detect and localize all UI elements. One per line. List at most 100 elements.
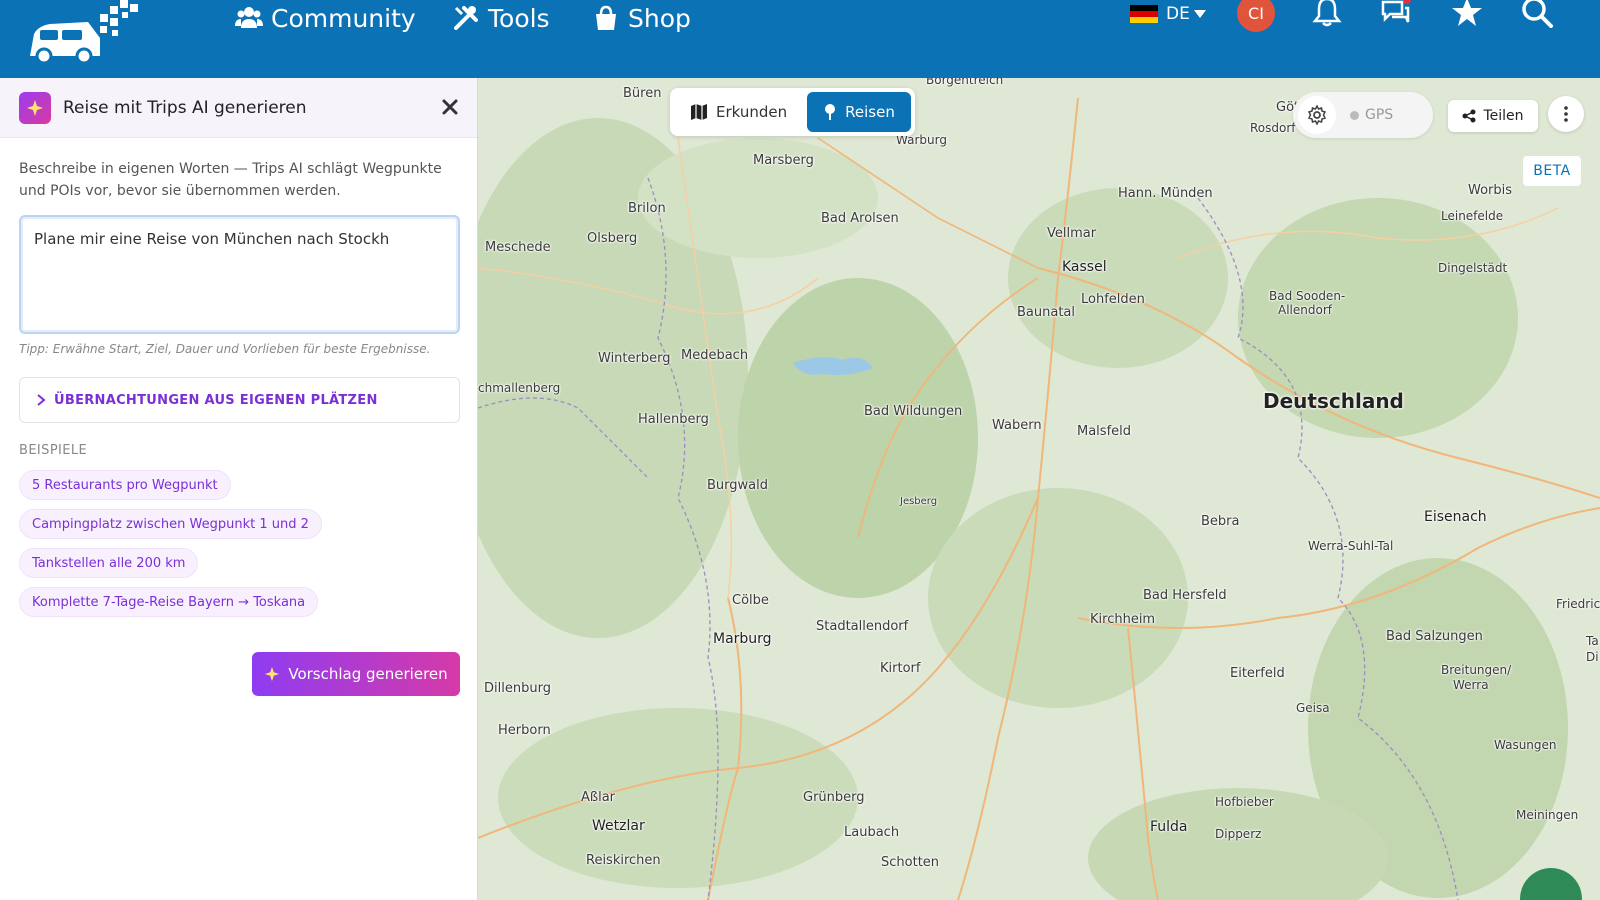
kebab-menu-icon	[1564, 106, 1568, 122]
close-icon[interactable]	[440, 97, 460, 117]
language-selector[interactable]: DE	[1130, 0, 1206, 28]
place-label: Malsfeld	[1077, 424, 1132, 439]
chevron-right-icon	[37, 394, 46, 406]
place-label: Bad Salzungen	[1386, 629, 1483, 644]
users-icon	[235, 7, 263, 28]
place-label: Hallenberg	[638, 412, 709, 427]
place-label: Reiskirchen	[586, 853, 661, 868]
place-label: Olsberg	[587, 231, 638, 246]
place-label: Meiningen	[1516, 808, 1579, 822]
place-label: Breitungen/	[1441, 663, 1512, 677]
map-pin-icon	[825, 104, 836, 120]
place-label: Lohfelden	[1081, 292, 1145, 307]
accordion-label: ÜBERNACHTUNGEN AUS EIGENEN PLÄTZEN	[54, 392, 378, 408]
example-chip[interactable]: Tankstellen alle 200 km	[19, 548, 199, 578]
place-label: Borgentreich	[926, 78, 1004, 87]
examples-heading: BEISPIELE	[19, 443, 88, 458]
place-label: Hann. Münden	[1118, 186, 1213, 201]
avatar-initials: CI	[1248, 3, 1264, 23]
place-label: Kassel	[1062, 259, 1107, 275]
gps-control-group: GPS	[1293, 92, 1433, 138]
place-label: Dillenburg	[484, 681, 551, 696]
sparkle-icon	[19, 91, 51, 124]
search-icon[interactable]	[1521, 0, 1553, 28]
caret-down-icon	[1193, 10, 1206, 18]
place-label: Herborn	[498, 723, 551, 738]
panel-description: Beschreibe in eigenen Worten — Trips AI …	[19, 161, 442, 199]
nav-shop-label: Shop	[628, 3, 691, 33]
place-label: Brilon	[628, 201, 666, 216]
example-chip-label: Tankstellen alle 200 km	[32, 555, 186, 571]
place-label: Werra	[1453, 678, 1489, 692]
place-label: Friedrich	[1556, 597, 1600, 611]
place-label: Bad Hersfeld	[1143, 588, 1227, 603]
chat-icon[interactable]	[1380, 0, 1412, 28]
example-chip[interactable]: Komplette 7-Tage-Reise Bayern → Toskana	[19, 587, 319, 617]
star-icon[interactable]	[1451, 0, 1483, 28]
place-label: Wetzlar	[592, 818, 645, 834]
nav-community[interactable]: Community	[235, 0, 416, 36]
more-options-button[interactable]	[1548, 96, 1584, 132]
place-label: Wasungen	[1494, 738, 1557, 752]
shopping-bag-icon	[596, 5, 616, 30]
place-label: Medebach	[681, 348, 749, 363]
place-label: Fulda	[1150, 819, 1188, 835]
place-label: Schotten	[881, 855, 940, 870]
place-label: Worbis	[1468, 183, 1513, 198]
map-view[interactable]: Büren Borgentreich Götti Rosdorf Warburg…	[478, 78, 1600, 900]
bell-icon[interactable]	[1311, 0, 1343, 28]
place-label: Kirtorf	[880, 661, 921, 676]
place-label: Burgwald	[707, 478, 768, 493]
place-label: Bad Arolsen	[821, 211, 899, 226]
place-label: Aßlar	[581, 790, 616, 805]
example-chip[interactable]: Campingplatz zwischen Wegpunkt 1 und 2	[19, 509, 322, 539]
mode-explore-label: Erkunden	[716, 103, 788, 121]
nav-shop[interactable]: Shop	[592, 0, 691, 36]
mode-explore-button[interactable]: Erkunden	[674, 92, 804, 132]
place-label: Wabern	[992, 418, 1042, 433]
language-label: DE	[1166, 4, 1190, 24]
place-label: Baunatal	[1017, 305, 1076, 320]
share-icon	[1462, 109, 1476, 123]
place-label: Grünberg	[803, 790, 865, 805]
beta-label: BETA	[1533, 163, 1571, 179]
place-label: Laubach	[844, 825, 900, 840]
trips-ai-panel: Reise mit Trips AI generieren Beschreibe…	[0, 78, 478, 900]
place-label: Bad Wildungen	[864, 404, 963, 419]
own-places-accordion[interactable]: ÜBERNACHTUNGEN AUS EIGENEN PLÄTZEN	[19, 377, 460, 423]
place-label: Di	[1586, 650, 1599, 664]
gps-status-dot	[1350, 110, 1359, 120]
place-label: Eiterfeld	[1230, 666, 1285, 681]
user-avatar[interactable]: CI	[1237, 0, 1275, 32]
place-label: Winterberg	[598, 351, 671, 366]
place-label: Büren	[623, 86, 662, 101]
place-label: Deutschland	[1263, 389, 1404, 413]
generate-suggestion-button[interactable]: Vorschlag generieren	[252, 652, 460, 696]
example-chip[interactable]: 5 Restaurants pro Wegpunkt	[19, 470, 231, 500]
place-label: Ta	[1586, 634, 1599, 648]
gps-toggle[interactable]: GPS	[1350, 107, 1393, 123]
mode-travel-button[interactable]: Reisen	[807, 92, 911, 132]
place-label: Hofbieber	[1215, 795, 1274, 809]
trip-prompt-input[interactable]	[19, 215, 460, 334]
map-settings-button[interactable]	[1298, 96, 1336, 134]
camper-logo-icon[interactable]	[26, 0, 144, 64]
sparkle-icon	[265, 666, 280, 682]
gps-label: GPS	[1365, 107, 1394, 123]
panel-title: Reise mit Trips AI generieren	[63, 97, 307, 118]
nav-tools[interactable]: Tools	[452, 0, 550, 36]
place-label: Marsberg	[753, 153, 814, 168]
place-label: Werra-Suhl-Tal	[1308, 539, 1394, 553]
place-label: Geisa	[1296, 701, 1330, 715]
generate-button-label: Vorschlag generieren	[288, 665, 448, 683]
place-label: Stadtallendorf	[816, 619, 909, 634]
share-button[interactable]: Teilen	[1448, 100, 1538, 132]
nav-community-label: Community	[271, 3, 416, 33]
place-label: Jesberg	[900, 496, 938, 507]
place-label: Dipperz	[1215, 827, 1262, 841]
place-label: Allendorf	[1278, 303, 1332, 317]
place-label: Cölbe	[732, 593, 769, 608]
place-label: Bad Sooden-	[1269, 289, 1346, 303]
place-label: Kirchheim	[1090, 612, 1156, 627]
place-label: chmallenberg	[478, 381, 561, 395]
